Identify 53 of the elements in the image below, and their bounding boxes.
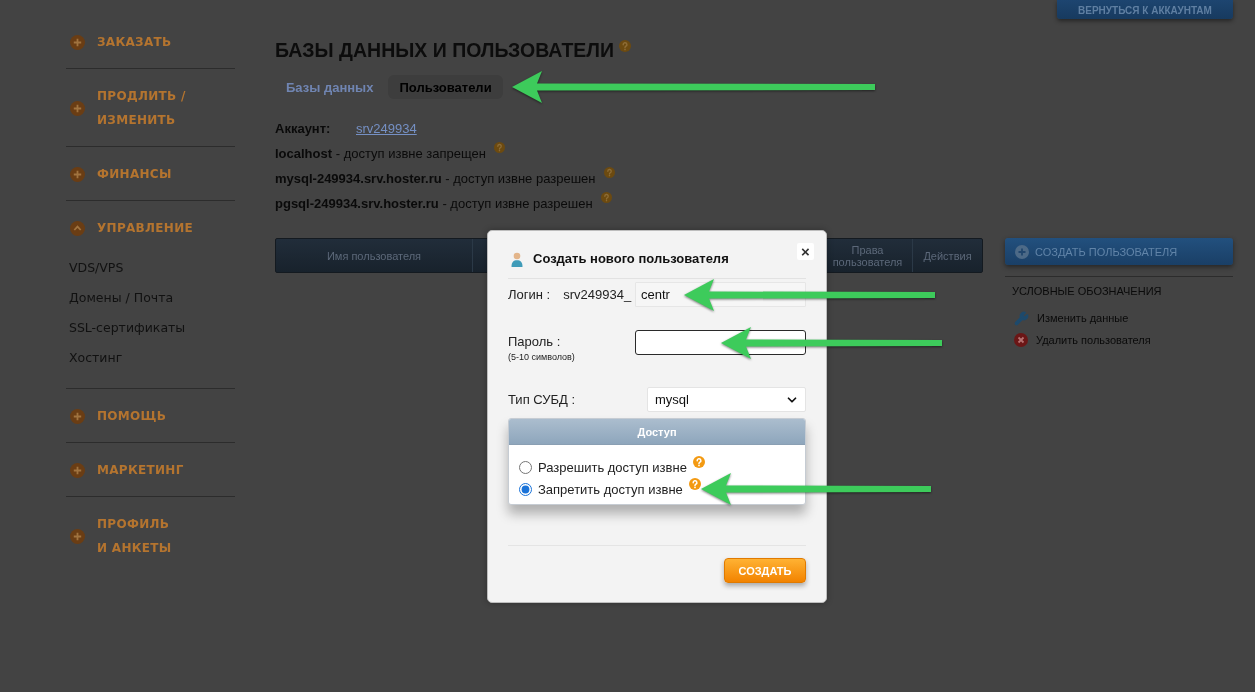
host-access-text: mysql-249934.srv.hoster.ru - доступ извне разрешен <box>275 170 596 188</box>
help-icon[interactable] <box>603 167 615 178</box>
login-label: Логин : <box>508 285 551 304</box>
login-prefix: srv249934_ <box>563 285 632 304</box>
sidebar-section[interactable]: ЗАКАЗАТЬ <box>66 30 172 54</box>
tab[interactable]: Пользователи <box>388 75 503 99</box>
tab[interactable]: Базы данных <box>275 75 385 99</box>
back-to-accounts-button[interactable]: ВЕРНУТЬСЯ К АККАУНТАМ <box>1057 0 1233 19</box>
chevron-up-circle-icon <box>70 220 85 236</box>
db-type-select[interactable]: mysql <box>647 387 806 412</box>
help-icon[interactable] <box>619 40 632 52</box>
sidebar-section[interactable]: ПРОДЛИТЬ / ИЗМЕНИТЬ <box>66 84 186 132</box>
password-label: Пароль : <box>508 333 562 351</box>
help-icon[interactable] <box>600 192 612 203</box>
account-link[interactable]: srv249934 <box>356 116 417 141</box>
radio-label: Запретить доступ извне <box>538 481 683 497</box>
legend-title: УСЛОВНЫЕ ОБОЗНАЧЕНИЯ <box>1011 284 1163 298</box>
password-hint: (5-10 символов) <box>508 352 576 362</box>
sidebar-section[interactable]: ПОМОЩЬ <box>66 404 167 428</box>
dialog-title: Создать нового пользователя <box>533 250 729 268</box>
help-icon[interactable] <box>692 456 705 468</box>
legend-text: Изменить данные <box>1037 312 1129 324</box>
sidebar-section[interactable]: ФИНАНСЫ <box>66 162 172 186</box>
close-button[interactable]: × <box>797 243 814 260</box>
create-user-button[interactable]: СОЗДАТЬ ПОЛЬЗОВАТЕЛЯ <box>1005 238 1233 265</box>
host-access-text: pgsql-249934.srv.hoster.ru - доступ извне разрешен <box>275 195 593 213</box>
access-header: Доступ <box>637 425 677 438</box>
plus-circle-icon <box>70 408 85 424</box>
create-button[interactable]: СОЗДАТЬ <box>724 558 806 583</box>
plus-circle-icon <box>70 100 85 116</box>
sidebar-section[interactable]: УПРАВЛЕНИЕ <box>66 216 193 240</box>
column-header: Имя пользователя <box>326 249 422 262</box>
plus-circle-icon <box>1015 244 1029 259</box>
plus-circle-icon <box>70 34 85 50</box>
plus-circle-icon <box>70 528 85 544</box>
plus-circle-icon <box>70 462 85 478</box>
x-circle-icon <box>1014 333 1028 347</box>
host-access-text: localhost - доступ извне запрещен <box>275 145 486 163</box>
radio-button[interactable] <box>519 482 532 496</box>
radio-button[interactable] <box>519 460 532 474</box>
help-icon[interactable] <box>494 142 505 153</box>
db-type-label: Тип СУБД : <box>508 390 576 409</box>
sidebar-section[interactable]: МАРКЕТИНГ <box>66 458 184 482</box>
column-header: Действия <box>923 249 972 262</box>
help-icon[interactable] <box>688 478 701 490</box>
radio-label: Разрешить доступ извне <box>538 459 687 475</box>
column-header: Права пользователя <box>831 243 904 268</box>
account-label: Аккаунт: <box>275 120 332 138</box>
wrench-icon <box>1014 310 1029 326</box>
sidebar-section[interactable]: ПРОФИЛЬ И АНКЕТЫ <box>66 512 172 560</box>
user-icon <box>511 251 523 267</box>
legend-text: Удалить пользователя <box>1036 334 1151 346</box>
plus-circle-icon <box>70 166 85 182</box>
